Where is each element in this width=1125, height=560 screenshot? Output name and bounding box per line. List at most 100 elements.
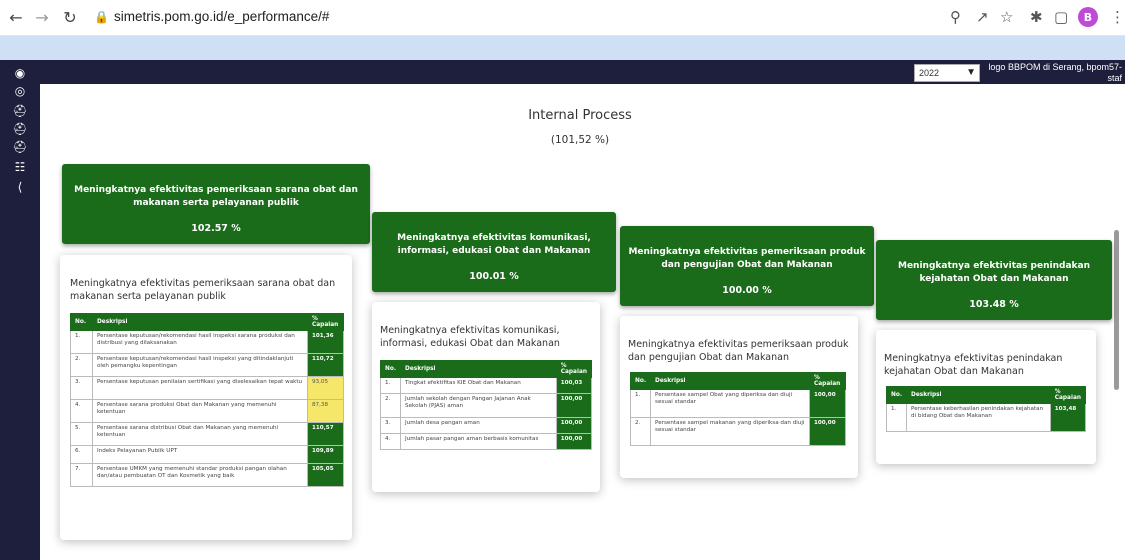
indicator-table: No. Deskripsi % Capaian 1. Persentase sa… bbox=[629, 372, 846, 446]
objective-header-card[interactable]: Meningkatnya efektivitas pemeriksaan sar… bbox=[62, 164, 370, 244]
year-value: 2022 bbox=[919, 68, 940, 78]
row-value: 100,00 bbox=[555, 393, 593, 418]
user-info[interactable]: logo BBPOM di Serang, bpom57- staf bbox=[982, 62, 1122, 90]
row-value: 100,00 bbox=[555, 433, 593, 450]
objective-title: Meningkatnya efektivitas komunikasi, inf… bbox=[397, 233, 591, 256]
table-row: 2. Persentase sampel makanan yang diperi… bbox=[629, 417, 846, 446]
table-row: 1. Persentase sampel Obat yang diperiksa… bbox=[629, 389, 846, 418]
row-no: 5. bbox=[70, 422, 93, 446]
back-icon[interactable]: ← bbox=[6, 7, 26, 27]
menu-kebab-icon[interactable]: ⋮ bbox=[1110, 8, 1125, 26]
row-value: 100,00 bbox=[809, 389, 846, 418]
row-desc: Persentase keberhasilan penindakan kejah… bbox=[906, 403, 1051, 432]
table-row: 2. Jumlah sekolah dengan Pangan Jajanan … bbox=[379, 393, 593, 418]
row-no: 3. bbox=[70, 376, 93, 400]
table-header-row: No. Deskripsi % Capaian bbox=[379, 360, 593, 378]
table-row: 3. Jumlah desa pangan aman 100,00 bbox=[379, 417, 593, 434]
col-no: No. bbox=[629, 372, 652, 390]
bookmark-star-icon[interactable]: ☆ bbox=[1000, 8, 1013, 26]
row-desc: Persentase keputusan/rekomendasi hasil i… bbox=[92, 330, 308, 354]
col-pct: % Capaian bbox=[809, 372, 846, 390]
table-row: 1. Tingkat efektifitas KIE Obat dan Maka… bbox=[379, 377, 593, 394]
zoom-icon[interactable]: ⚲ bbox=[950, 8, 961, 26]
table-header-row: No. Deskripsi % Capaian bbox=[885, 386, 1087, 404]
indicator-table: No. Deskripsi % Capaian 1. Persentase ke… bbox=[885, 386, 1087, 432]
col-no: No. bbox=[885, 386, 908, 404]
row-desc: Persentase sampel makanan yang diperiksa… bbox=[650, 417, 810, 446]
share-nodes-icon[interactable]: ⟨ bbox=[8, 180, 32, 194]
table-row: 4. Jumlah pasar pangan aman berbasis kom… bbox=[379, 433, 593, 450]
objective-header-card[interactable]: Meningkatnya efektivitas penindakan keja… bbox=[876, 240, 1112, 320]
row-no: 1. bbox=[379, 377, 402, 394]
table-header-row: No. Deskripsi % Capaian bbox=[70, 313, 344, 331]
row-no: 3. bbox=[379, 417, 402, 434]
row-desc: Persentase keputusan penilaian sertifika… bbox=[92, 376, 308, 400]
row-value: 100,03 bbox=[555, 377, 593, 394]
row-no: 1. bbox=[629, 389, 652, 418]
objective-header-card[interactable]: Meningkatnya efektivitas pemeriksaan pro… bbox=[620, 226, 874, 306]
row-desc: Indeks Pelayanan Publik UPT bbox=[92, 445, 308, 464]
col-no: No. bbox=[379, 360, 402, 378]
profile-avatar[interactable]: B bbox=[1078, 7, 1098, 27]
sidepanel-icon[interactable]: ▢ bbox=[1054, 8, 1068, 26]
row-no: 6. bbox=[70, 445, 93, 464]
objective-header-card[interactable]: Meningkatnya efektivitas komunikasi, inf… bbox=[372, 212, 616, 292]
extensions-icon[interactable]: ✱ bbox=[1030, 8, 1043, 26]
row-desc: Persentase sarana produksi Obat dan Maka… bbox=[92, 399, 308, 423]
app-header: 2022 ▼ logo BBPOM di Serang, bpom57- sta… bbox=[40, 60, 1125, 84]
user-line-2: staf bbox=[1107, 73, 1122, 83]
col-desc: Deskripsi bbox=[650, 372, 810, 390]
row-value: 110,72 bbox=[307, 353, 344, 377]
sitemap-icon[interactable]: ☷ bbox=[8, 160, 32, 174]
url-text[interactable]: simetris.pom.go.id/e_performance/# bbox=[114, 9, 329, 24]
share-icon[interactable]: ↗ bbox=[976, 8, 989, 26]
table-row: 7. Persentase UMKM yang memenuhi standar… bbox=[70, 463, 344, 487]
scrollbar[interactable] bbox=[1114, 230, 1119, 390]
browser-toolbar: ← → ↻ 🔒 simetris.pom.go.id/e_performance… bbox=[0, 0, 1125, 36]
row-desc: Persentase keputusan/rekomendasi hasil i… bbox=[92, 353, 308, 377]
address-bar[interactable]: 🔒 simetris.pom.go.id/e_performance/# bbox=[94, 6, 1124, 30]
detail-title: Meningkatnya efektivitas komunikasi, inf… bbox=[380, 325, 560, 349]
database-icon[interactable]: ⛑ bbox=[8, 140, 32, 154]
row-value: 100,00 bbox=[555, 417, 593, 434]
indicator-table: No. Deskripsi % Capaian 1. Tingkat efekt… bbox=[379, 360, 593, 450]
reload-icon[interactable]: ↻ bbox=[60, 7, 80, 27]
col-desc: Deskripsi bbox=[92, 313, 308, 331]
row-no: 1. bbox=[70, 330, 93, 354]
objective-percentage: 102.57 % bbox=[191, 223, 241, 234]
row-desc: Jumlah pasar pangan aman berbasis komuni… bbox=[400, 433, 557, 450]
row-no: 2. bbox=[629, 417, 652, 446]
user-line-1: logo BBPOM di Serang, bpom57- bbox=[988, 62, 1122, 72]
row-value: 110,57 bbox=[307, 422, 344, 446]
row-value: 100,00 bbox=[809, 417, 846, 446]
row-desc: Persentase sarana distribusi Obat dan Ma… bbox=[92, 422, 308, 446]
table-row: 1. Persentase keberhasilan penindakan ke… bbox=[885, 403, 1087, 432]
col-no: No. bbox=[70, 313, 93, 331]
col-pct: % Capaian bbox=[1049, 386, 1087, 404]
objective-detail-card: Meningkatnya efektivitas penindakan keja… bbox=[876, 330, 1096, 464]
target-icon[interactable]: ◎ bbox=[8, 84, 32, 98]
row-no: 4. bbox=[379, 433, 402, 450]
table-row: 5. Persentase sarana distribusi Obat dan… bbox=[70, 422, 344, 446]
detail-title: Meningkatnya efektivitas pemeriksaan pro… bbox=[628, 339, 849, 363]
row-desc: Persentase sampel Obat yang diperiksa da… bbox=[650, 389, 810, 418]
objective-detail-card: Meningkatnya efektivitas pemeriksaan pro… bbox=[620, 316, 858, 478]
indicator-table: No. Deskripsi % Capaian 1. Persentase ke… bbox=[70, 313, 344, 487]
table-row: 4. Persentase sarana produksi Obat dan M… bbox=[70, 399, 344, 423]
row-desc: Tingkat efektifitas KIE Obat dan Makanan bbox=[400, 377, 557, 394]
detail-title: Meningkatnya efektivitas penindakan keja… bbox=[884, 353, 1063, 377]
col-desc: Deskripsi bbox=[400, 360, 557, 378]
forward-icon[interactable]: → bbox=[32, 7, 52, 27]
database-icon[interactable]: ⛑ bbox=[8, 104, 32, 118]
objective-title: Meningkatnya efektivitas penindakan keja… bbox=[898, 261, 1090, 284]
row-value: 101,36 bbox=[307, 330, 344, 354]
table-row: 1. Persentase keputusan/rekomendasi hasi… bbox=[70, 330, 344, 354]
database-icon[interactable]: ⛑ bbox=[8, 122, 32, 136]
col-pct: % Capaian bbox=[307, 313, 344, 331]
row-desc: Persentase UMKM yang memenuhi standar pr… bbox=[92, 463, 308, 487]
row-value: 103,48 bbox=[1049, 403, 1087, 432]
dashboard-icon[interactable]: ◉ bbox=[8, 66, 32, 80]
year-select[interactable]: 2022 ▼ bbox=[914, 64, 980, 82]
row-desc: Jumlah sekolah dengan Pangan Jajanan Ana… bbox=[400, 393, 557, 418]
objective-detail-card: Meningkatnya efektivitas komunikasi, inf… bbox=[372, 302, 600, 492]
